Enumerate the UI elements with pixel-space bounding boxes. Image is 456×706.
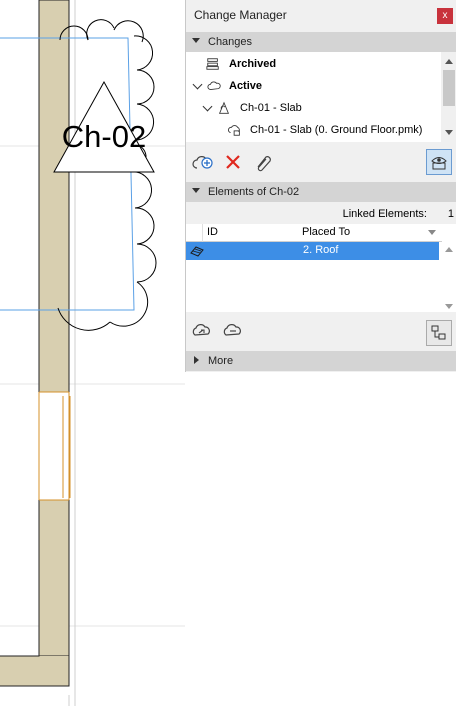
link-elements-icon[interactable] [191,320,213,342]
table-row[interactable]: 2. Roof [186,242,439,260]
wall-opening [38,391,71,501]
elements-section-header[interactable]: Elements of Ch-02 [186,182,456,202]
more-section-title: More [208,355,234,367]
scroll-thumb[interactable] [443,70,455,106]
select-elements-icon [431,325,446,340]
scroll-up-icon[interactable] [445,59,453,64]
tree-item-archived[interactable]: Archived [186,54,441,74]
linked-elements-info: Linked Elements: 1 [186,206,456,224]
panel-titlebar[interactable]: Change Manager x [186,0,456,31]
tree-item-label: Archived [229,58,277,70]
tree-item-label: Ch-01 - Slab [240,102,302,114]
changes-section-title: Changes [208,36,253,48]
elements-table: ID Placed To 2. Roof [186,224,456,312]
expand-arrow-icon [194,356,199,364]
changes-section-header[interactable]: Changes [186,32,456,52]
collapse-arrow-icon [192,38,200,43]
change-icon [218,101,230,114]
new-change-icon[interactable] [192,151,214,173]
change-manager-panel: Change Manager x Changes Archived Active [185,0,456,372]
panel-title: Change Manager [194,8,287,22]
expand-chevron-icon [192,79,203,90]
scroll-down-icon[interactable] [445,304,453,309]
more-section-header[interactable]: More [186,351,456,371]
tree-scrollbar[interactable] [441,52,456,142]
select-elements-button[interactable] [426,320,452,346]
unlink-elements-icon[interactable] [222,320,244,342]
cell-placed-to: 2. Roof [303,244,339,256]
scroll-up-icon[interactable] [445,247,453,252]
cloud-lock-icon [228,125,240,136]
table-header-spacer [186,224,203,242]
expand-chevron-icon [202,101,213,112]
change-marker-label[interactable]: Ch-02 [56,119,152,155]
linked-elements-label: Linked Elements: [342,208,427,220]
tree-item-change-ch01[interactable]: Ch-01 - Slab [186,98,441,118]
changes-toolbar [186,143,456,181]
table-scrollbar[interactable] [441,242,456,312]
tree-item-active[interactable]: Active [186,76,441,96]
wall-bottom [0,656,69,686]
elements-section-title: Elements of Ch-02 [208,186,300,198]
delete-icon[interactable] [222,151,244,173]
tree-item-element-slab[interactable]: Ch-01 - Slab (0. Ground Floor.pmk) [186,120,441,140]
close-button[interactable]: x [437,8,453,24]
link-icon[interactable] [252,151,274,173]
changes-tree: Archived Active Ch-01 - Slab Ch-01 - Sla… [186,52,456,142]
roof-element-icon [190,246,204,257]
collapse-arrow-icon [192,188,200,193]
wall-upper [38,0,70,393]
sort-dropdown-icon[interactable] [428,230,436,235]
tree-item-label: Ch-01 - Slab (0. Ground Floor.pmk) [250,124,423,136]
cloud-icon [207,81,221,90]
tree-item-label: Active [229,80,263,92]
linked-elements-count: 1 [447,208,454,220]
wall-lower [38,499,70,657]
column-header-id[interactable]: ID [203,224,303,242]
scroll-down-icon[interactable] [445,130,453,135]
column-header-placed-to[interactable]: Placed To [299,224,442,242]
show-marker-button[interactable] [426,149,452,175]
archive-icon [206,58,219,70]
show-marker-icon [431,157,447,170]
elements-toolbar [186,314,456,350]
revision-cloud [57,19,157,331]
